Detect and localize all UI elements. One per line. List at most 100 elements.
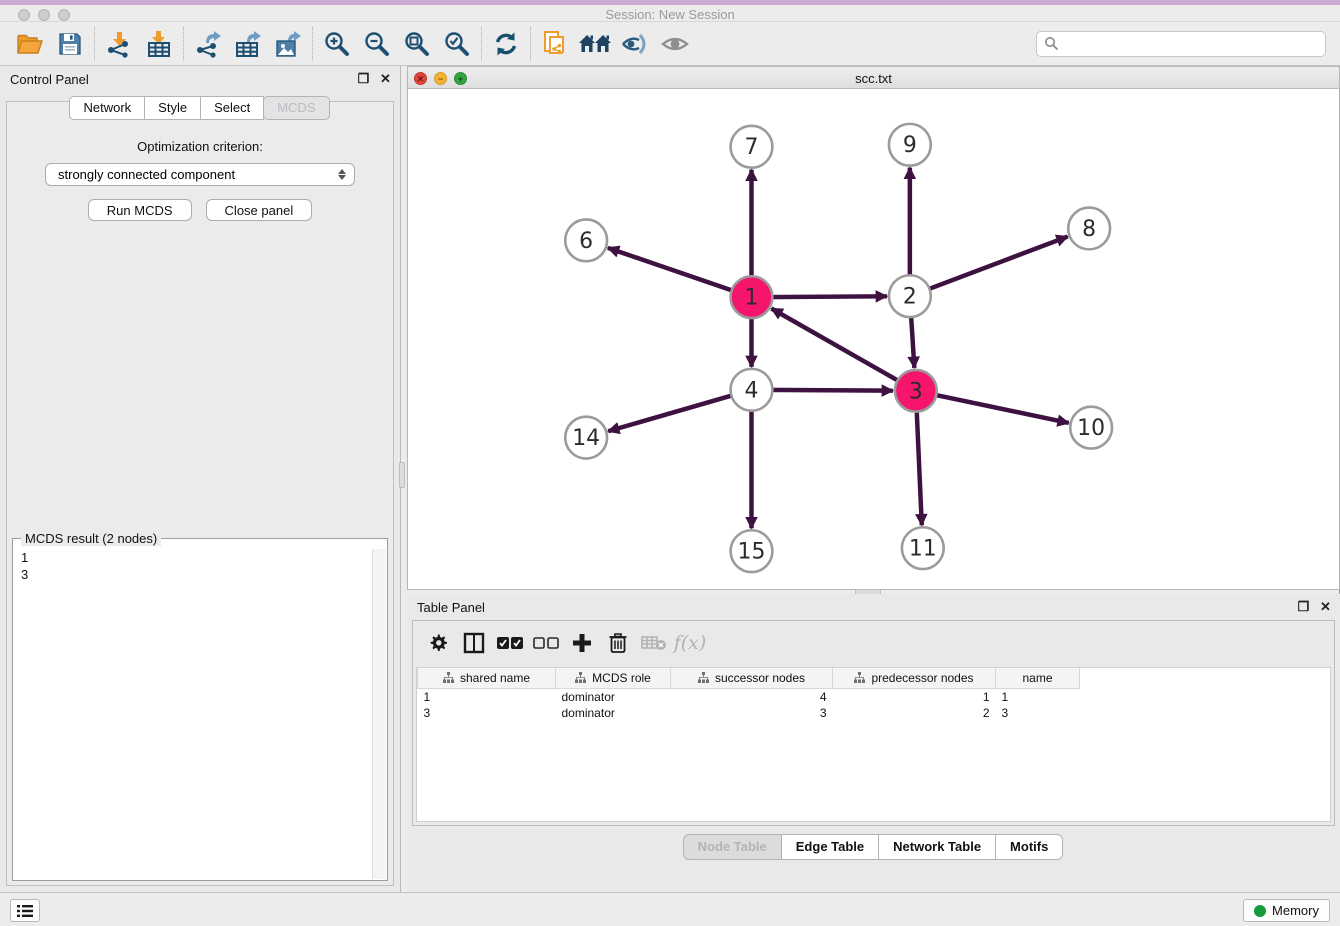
edge-1-6[interactable] xyxy=(608,248,752,297)
mcds-result-line: 1 xyxy=(21,549,371,566)
show-selected-columns-icon[interactable] xyxy=(495,628,525,658)
show-eye-icon[interactable] xyxy=(655,26,695,62)
table-cell[interactable]: 1 xyxy=(833,688,996,705)
home-network-icon[interactable] xyxy=(575,26,615,62)
task-history-button[interactable] xyxy=(10,899,40,922)
search-box[interactable] xyxy=(1036,31,1326,57)
close-table-panel-icon[interactable]: ✕ xyxy=(1319,600,1332,613)
save-session-icon[interactable] xyxy=(50,26,90,62)
node-10[interactable]: 10 xyxy=(1070,407,1112,449)
run-mcds-button[interactable]: Run MCDS xyxy=(88,199,192,221)
titlebar: Session: New Session xyxy=(0,0,1340,22)
node-9[interactable]: 9 xyxy=(889,124,931,166)
tab-network-table[interactable]: Network Table xyxy=(878,834,996,860)
node-8[interactable]: 8 xyxy=(1068,208,1110,250)
vertical-splitter-handle[interactable] xyxy=(399,462,405,488)
table-cell[interactable]: 1 xyxy=(418,688,556,705)
column-header-successor-nodes[interactable]: successor nodes xyxy=(671,668,833,688)
mcds-result-title: MCDS result (2 nodes) xyxy=(21,531,161,546)
hierarchy-sort-icon xyxy=(698,672,709,683)
column-label: MCDS role xyxy=(592,671,651,685)
node-11[interactable]: 11 xyxy=(902,527,944,569)
node-14[interactable]: 14 xyxy=(565,417,607,459)
tab-node-table[interactable]: Node Table xyxy=(683,834,782,860)
table-cell[interactable]: 4 xyxy=(671,688,833,705)
zoom-out-icon[interactable] xyxy=(357,26,397,62)
node-6[interactable]: 6 xyxy=(565,219,607,261)
add-row-icon[interactable] xyxy=(567,628,597,658)
network-graph[interactable]: 7 9 6 8 1 2 4 3 14 10 15 11 xyxy=(408,89,1339,589)
edge-2-8[interactable] xyxy=(910,237,1068,297)
import-table-icon[interactable] xyxy=(139,26,179,62)
edge-3-10[interactable] xyxy=(916,391,1069,423)
table-panel-header: Table Panel ❐ ✕ xyxy=(407,594,1340,620)
float-panel-icon[interactable]: ❐ xyxy=(357,72,370,85)
network-view-window: ✕ − + scc.txt 7968124314101511 xyxy=(407,66,1340,590)
svg-text:4: 4 xyxy=(745,378,759,403)
optimization-criterion-select[interactable]: strongly connected component xyxy=(45,163,355,186)
svg-text:9: 9 xyxy=(903,133,917,158)
select-stepper-icon xyxy=(338,169,346,180)
table-settings-gear-icon[interactable] xyxy=(423,628,453,658)
node-2[interactable]: 2 xyxy=(889,275,931,317)
memory-button[interactable]: Memory xyxy=(1243,899,1330,922)
export-table-icon[interactable] xyxy=(228,26,268,62)
tab-select[interactable]: Select xyxy=(200,96,264,120)
table-cell[interactable]: 2 xyxy=(833,705,996,721)
table-cell[interactable]: dominator xyxy=(556,688,671,705)
table-cell[interactable]: dominator xyxy=(556,705,671,721)
tab-motifs[interactable]: Motifs xyxy=(995,834,1063,860)
column-header-shared-name[interactable]: shared name xyxy=(418,668,556,688)
column-header-name[interactable]: name xyxy=(996,668,1080,688)
table-cell[interactable]: 3 xyxy=(671,705,833,721)
table-panel-tabs: Node TableEdge TableNetwork TableMotifs xyxy=(407,834,1340,860)
node-4[interactable]: 4 xyxy=(731,369,773,411)
zoom-selected-icon[interactable] xyxy=(437,26,477,62)
app-window: Session: New Session xyxy=(0,0,1340,926)
table-cell[interactable]: 1 xyxy=(996,688,1080,705)
table-cell[interactable]: 3 xyxy=(996,705,1080,721)
column-header-predecessor-nodes[interactable]: predecessor nodes xyxy=(833,668,996,688)
toolbar-separator xyxy=(481,27,482,61)
delete-table-icon[interactable] xyxy=(639,628,669,658)
table-row[interactable]: 3dominator323 xyxy=(418,705,1080,721)
node-15[interactable]: 15 xyxy=(731,530,773,572)
mcds-result-line: 3 xyxy=(21,566,371,583)
close-panel-button[interactable]: Close panel xyxy=(206,199,313,221)
node-3[interactable]: 3 xyxy=(895,370,937,412)
refresh-layout-icon[interactable] xyxy=(486,26,526,62)
function-builder-icon[interactable]: f(x) xyxy=(675,628,705,658)
export-network-icon[interactable] xyxy=(188,26,228,62)
delete-row-trash-icon[interactable] xyxy=(603,628,633,658)
node-1[interactable]: 1 xyxy=(731,276,773,318)
tab-edge-table[interactable]: Edge Table xyxy=(781,834,879,860)
table-cell[interactable]: 3 xyxy=(418,705,556,721)
edge-4-14[interactable] xyxy=(608,390,751,431)
node-table[interactable]: shared name MCDS role successor nodesprede… xyxy=(416,667,1331,822)
edge-3-1[interactable] xyxy=(771,309,915,391)
hide-selected-eye-icon[interactable] xyxy=(615,26,655,62)
export-image-icon[interactable] xyxy=(268,26,308,62)
search-input[interactable] xyxy=(1059,34,1318,54)
tab-style[interactable]: Style xyxy=(144,96,201,120)
svg-text:10: 10 xyxy=(1077,416,1105,441)
column-layout-icon[interactable] xyxy=(459,628,489,658)
tab-mcds[interactable]: MCDS xyxy=(263,96,329,120)
svg-text:6: 6 xyxy=(579,229,593,254)
clone-network-icon[interactable] xyxy=(535,26,575,62)
zoom-fit-icon[interactable] xyxy=(397,26,437,62)
open-session-icon[interactable] xyxy=(10,26,50,62)
column-header-MCDS-role[interactable]: MCDS role xyxy=(556,668,671,688)
hide-columns-icon[interactable] xyxy=(531,628,561,658)
table-row[interactable]: 1dominator411 xyxy=(418,688,1080,705)
window-title: Session: New Session xyxy=(0,7,1340,22)
tab-network[interactable]: Network xyxy=(69,96,145,120)
network-canvas[interactable]: 7 9 6 8 1 2 4 3 14 10 15 11 xyxy=(408,89,1339,589)
float-table-panel-icon[interactable]: ❐ xyxy=(1297,600,1310,613)
result-scrollbar[interactable] xyxy=(372,549,386,879)
table-toolbar: f(x) xyxy=(413,621,1334,665)
import-network-icon[interactable] xyxy=(99,26,139,62)
zoom-in-icon[interactable] xyxy=(317,26,357,62)
close-panel-icon[interactable]: ✕ xyxy=(379,72,392,85)
node-7[interactable]: 7 xyxy=(731,126,773,168)
